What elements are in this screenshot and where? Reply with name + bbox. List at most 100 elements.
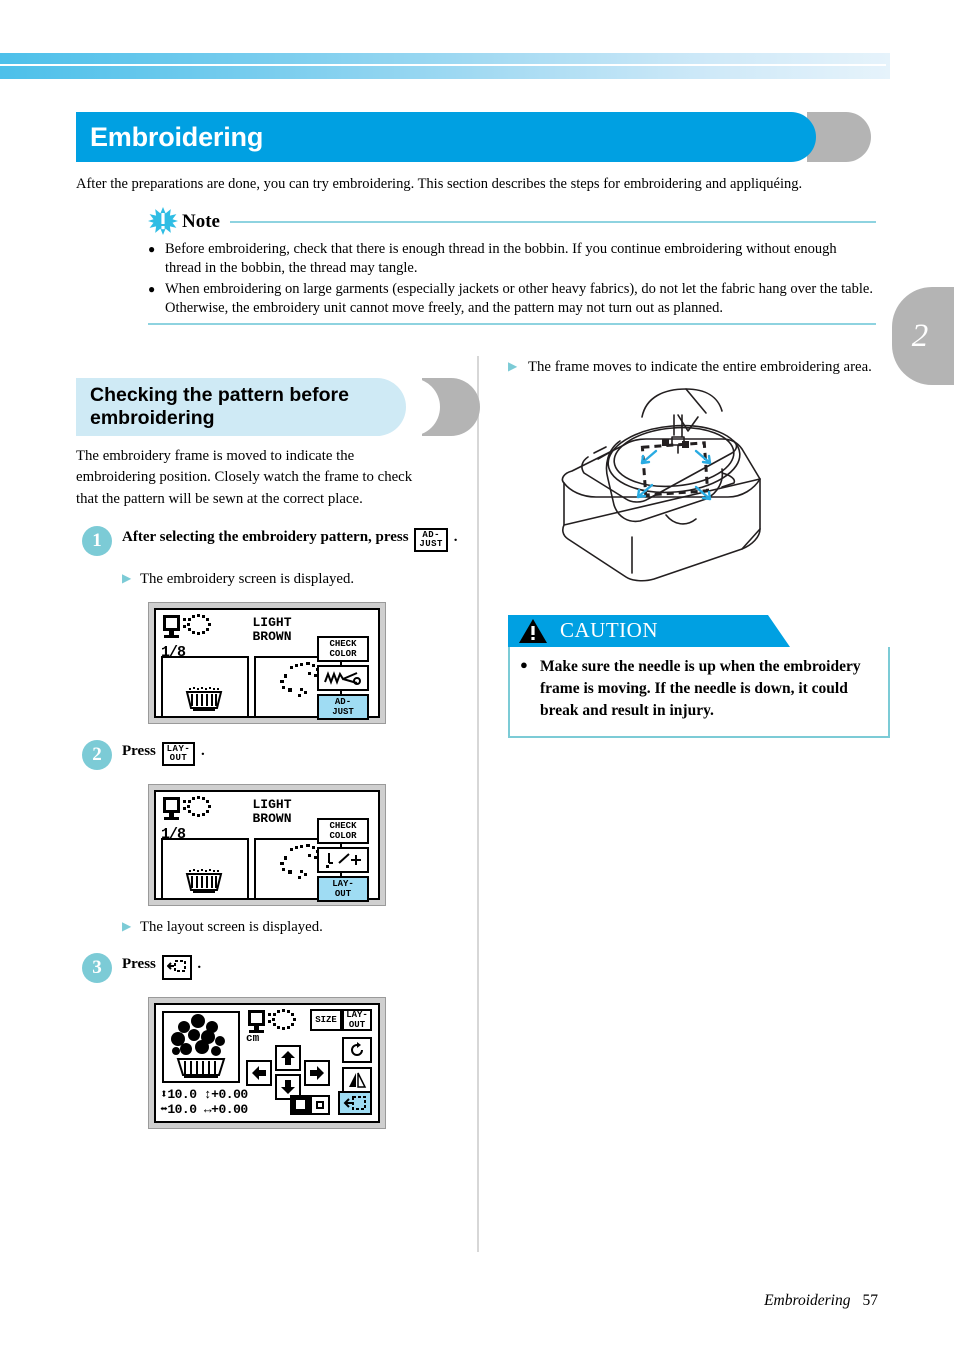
right-column: ▶ The frame moves to indicate the entire… (508, 358, 890, 739)
pattern-preview-pane (162, 1010, 240, 1083)
step-text-after: . (197, 955, 202, 972)
chapter-tab-number: 2 (911, 317, 929, 354)
note-item-text: When embroidering on large garments (esp… (165, 280, 873, 316)
size-height: 10.0 (167, 1086, 197, 1102)
step-instruction: Press . (122, 954, 461, 980)
step-3: 3 Press . (76, 952, 461, 985)
arrow-right-key[interactable] (304, 1059, 330, 1086)
thread-color-label: LIGHT BROWN (252, 796, 292, 826)
note-box: Note ● Before embroidering, check that t… (148, 207, 876, 326)
page-intro-text: After the preparations are done, you can… (76, 176, 803, 192)
rotate-key[interactable] (342, 1036, 372, 1063)
check-color-key[interactable]: CHECK COLOR (317, 635, 369, 662)
needle-position-key[interactable] (317, 846, 369, 873)
triangle-bullet-icon: ▶ (508, 359, 518, 373)
step-instruction: Press LAY- OUT . (122, 741, 461, 766)
layout-screen-figure: cm SIZE LAY- OUT ⬍10.0 ↕+0.00 ⬌10.0 ↔+0.… (148, 996, 386, 1129)
footer-section-title: Embroidering (764, 1292, 851, 1309)
bullet-icon: ● (520, 657, 528, 673)
bullet-icon: ● (148, 281, 156, 296)
top-decorative-strip (0, 53, 890, 79)
size-key[interactable]: SIZE (310, 1008, 342, 1031)
layout-key-icon: LAY- OUT (161, 741, 196, 766)
warning-triangle-icon (518, 618, 548, 649)
adjust-key[interactable]: AD- JUST (317, 693, 369, 720)
page-footer: Embroidering 57 (764, 1292, 878, 1310)
arrow-left-key[interactable] (246, 1059, 272, 1086)
page-title: Embroidering (90, 121, 264, 152)
frame-and-pattern-icon: 1/8 (161, 795, 223, 843)
section-heading-blue: Checking the pattern before embroidering (76, 378, 406, 436)
embroidery-screen-figure: 1/8 LIGHT BROWN CHECK COLOR AD- JUST (148, 601, 386, 724)
triangle-bullet-icon: ▶ (122, 918, 132, 933)
step-result-text: The embroidery screen is displayed. (140, 571, 355, 588)
size-and-offset-values: ⬍10.0 ↕+0.00 ⬌10.0 ↔+0.00 (160, 1087, 278, 1117)
note-footer-rule (148, 323, 876, 326)
frame-and-pattern-icon: 1/8 (161, 613, 223, 661)
thread-cut-key[interactable] (317, 664, 369, 691)
chapter-tab: 2 (892, 287, 954, 385)
unit-label: cm (246, 1032, 260, 1045)
section-heading-banner: Checking the pattern before embroidering (76, 378, 480, 436)
caution-text: Make sure the needle is up when the embr… (540, 658, 861, 720)
note-item-text: Before embroidering, check that there is… (165, 241, 837, 277)
step-number: 2 (82, 739, 112, 770)
screen-key-column: CHECK COLOR LAY- OUT (317, 817, 369, 902)
page-title-banner: Embroidering (76, 112, 871, 162)
trial-position-key[interactable] (338, 1090, 372, 1115)
triangle-bullet-icon: ▶ (122, 571, 132, 586)
layout-key[interactable]: LAY- OUT (317, 875, 369, 902)
starburst-exclamation-icon (148, 207, 178, 236)
offset-vertical: +0.00 (211, 1086, 248, 1102)
bullet-icon: ● (148, 242, 156, 256)
note-header-rule (229, 221, 876, 223)
trial-position-key-icon (161, 954, 192, 980)
step-text-before: Press (122, 955, 156, 972)
step-text-after: . (201, 742, 205, 759)
thread-color-label: LIGHT BROWN (252, 614, 292, 644)
step-text-after: . (453, 529, 458, 546)
footer-page-number: 57 (862, 1292, 879, 1309)
step-number: 3 (82, 952, 112, 983)
note-title: Note (182, 211, 220, 232)
title-banner-gray-tail (807, 112, 871, 162)
mirror-key[interactable] (342, 1066, 372, 1093)
adjust-key-icon: AD- JUST (414, 528, 448, 553)
size-width: 10.0 (167, 1101, 197, 1117)
step-result-text: The layout screen is displayed. (140, 918, 323, 935)
arrow-up-key[interactable] (275, 1044, 301, 1071)
embroidery-unit-illustration (546, 387, 878, 587)
section-heading: Checking the pattern before embroidering (90, 384, 349, 429)
caution-body: ● Make sure the needle is up when the em… (508, 647, 890, 739)
caution-header: CAUTION (508, 615, 890, 649)
note-header: Note (148, 207, 876, 236)
note-item: ● Before embroidering, check that there … (148, 240, 876, 279)
frame-move-result-text: The frame moves to indicate the entire e… (528, 359, 872, 375)
step-text-before: Press (122, 742, 156, 759)
column-divider (477, 356, 479, 1252)
embroidery-screen-figure-2: 1/8 LIGHT BROWN CHECK COLOR LAY- OUT (148, 783, 386, 906)
layout-key[interactable]: LAY- OUT (342, 1008, 372, 1031)
screen-key-column: CHECK COLOR AD- JUST (317, 635, 369, 720)
left-column: Checking the pattern before embroidering… (76, 378, 480, 1129)
note-items: ● Before embroidering, check that there … (148, 240, 876, 318)
top-strip-white-line (0, 64, 886, 66)
step-1-result: ▶ The embroidery screen is displayed. (122, 570, 461, 589)
pattern-preview-pane (161, 837, 249, 900)
step-number: 1 (82, 526, 112, 557)
step-text-before: After selecting the embroidery pattern, … (122, 529, 409, 546)
note-item: ● When embroidering on large garments (e… (148, 280, 876, 319)
step-instruction: After selecting the embroidery pattern, … (122, 528, 461, 553)
step-2: 2 Press LAY- OUT . (76, 739, 461, 772)
step-2-result: ▶ The layout screen is displayed. (122, 918, 461, 937)
check-color-key[interactable]: CHECK COLOR (317, 817, 369, 844)
frame-move-result: ▶ The frame moves to indicate the entire… (508, 358, 878, 377)
step-1: 1 After selecting the embroidery pattern… (76, 526, 461, 558)
title-banner-blue: Embroidering (76, 112, 816, 162)
section-intro-text: The embroidery frame is moved to indicat… (76, 448, 413, 507)
caution-label: CAUTION (560, 618, 658, 643)
view-toggle-keys[interactable] (290, 1094, 330, 1115)
caution-box: CAUTION ● Make sure the needle is up whe… (508, 615, 890, 739)
offset-horizontal: +0.00 (211, 1101, 248, 1117)
pattern-preview-pane (161, 655, 249, 718)
